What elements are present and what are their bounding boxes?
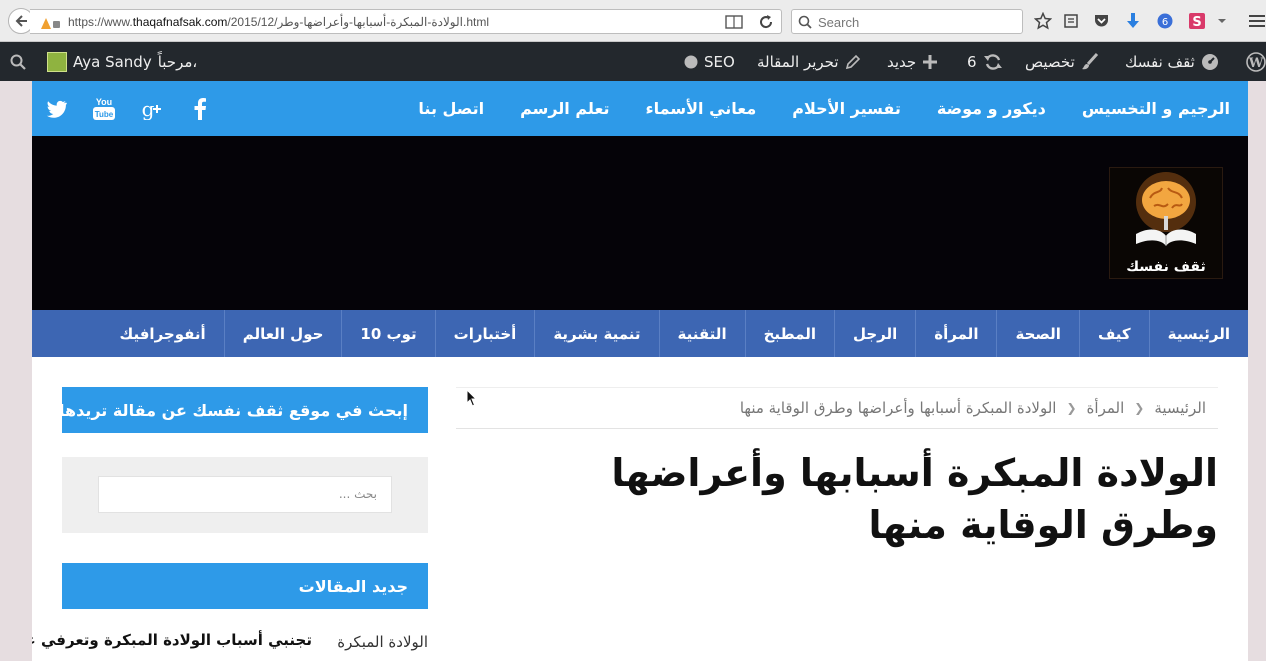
edit-post-label: تحرير المقالة: [757, 52, 839, 71]
seo-status-dot-icon: [684, 55, 698, 68]
admin-search-button[interactable]: [10, 42, 26, 81]
browser-search-input[interactable]: Search: [791, 9, 1023, 34]
new-label: جديد: [887, 52, 917, 71]
top-menu: الرجيم و التخسيس ديكور و موضة تفسير الأح…: [418, 81, 1230, 136]
downloads-icon[interactable]: [1123, 11, 1143, 31]
svg-text:Tube: Tube: [95, 110, 114, 119]
cat-menu-item-infographic[interactable]: أنفوجرافيك: [102, 310, 224, 357]
greeting-text: مرحباً،: [157, 52, 198, 71]
search-placeholder: Search: [818, 15, 860, 30]
cat-menu-item-home[interactable]: الرئيسية: [1148, 310, 1248, 357]
logo-text: ثقف نفسك: [1126, 259, 1206, 275]
breadcrumb-category[interactable]: المرأة: [1087, 399, 1125, 417]
sidebar: إبحث في موقع ثقف نفسك عن مقالة تريدها بح…: [32, 387, 428, 661]
cat-menu-item-self-development[interactable]: تنمية بشرية: [534, 310, 658, 357]
post-title-link[interactable]: تجنبي أسباب الولادة المبكرة وتعرفي على أ…: [32, 631, 312, 649]
search-widget: بحث ...: [62, 457, 428, 533]
bookmarks-list-icon[interactable]: [1061, 11, 1081, 31]
cat-menu-item-world[interactable]: حول العالم: [223, 310, 342, 357]
bookmark-star-icon[interactable]: [1033, 11, 1053, 31]
seo-label: SEO: [704, 52, 735, 71]
admin-customize[interactable]: تخصيص: [1025, 42, 1099, 81]
svg-text:You: You: [96, 97, 112, 107]
url-text: https://www.thaqafnafsak.com/2015/12/الو…: [68, 15, 489, 29]
cat-menu-item-tests[interactable]: أختبارات: [434, 310, 535, 357]
brain-book-logo-icon: [1136, 172, 1196, 246]
site-page: You Tube g الرجيم و التخسيس ديكور و موضة …: [32, 81, 1248, 661]
svg-text:W: W: [1248, 56, 1264, 71]
cat-menu-item-how[interactable]: كيف: [1078, 310, 1149, 357]
site-name-label: ثقف نفسك: [1125, 52, 1195, 71]
extension-s-icon[interactable]: S: [1187, 11, 1207, 31]
wordpress-logo-icon[interactable]: W: [1246, 42, 1266, 81]
plus-icon: [923, 54, 938, 69]
browser-toolbar: https://www.thaqafnafsak.com/2015/12/الو…: [0, 0, 1266, 42]
top-menu-item-contact[interactable]: اتصل بنا: [418, 99, 484, 118]
wp-admin-bar: Aya Sandy مرحباً، SEO تحرير المقالة جديد…: [0, 42, 1266, 81]
search-widget-title: إبحث في موقع ثقف نفسك عن مقالة تريدها: [59, 387, 428, 433]
cat-menu-item-woman[interactable]: المرأة: [915, 310, 996, 357]
post-category: الولادة المبكرة: [337, 633, 428, 651]
translate-extension-icon[interactable]: 6: [1155, 11, 1175, 31]
svg-text:6: 6: [1162, 17, 1168, 28]
social-links: You Tube g: [42, 81, 214, 136]
dashboard-gauge-icon: [1201, 53, 1218, 70]
insecure-warning-icon[interactable]: [40, 15, 62, 34]
mouse-cursor-icon: [466, 389, 478, 407]
google-plus-icon[interactable]: g: [138, 95, 166, 123]
pocket-icon[interactable]: [1091, 11, 1111, 31]
breadcrumb: الرئيسية ❯ المرأة ❯ الولادة المبكرة أسبا…: [456, 387, 1218, 429]
avatar: [47, 51, 67, 72]
category-menu: الرئيسية كيف الصحة المرأة الرجل المطبخ ا…: [102, 310, 1248, 357]
chevron-left-icon: ❯: [1066, 401, 1077, 415]
updates-count: 6: [967, 52, 977, 71]
cat-menu-item-man[interactable]: الرجل: [833, 310, 915, 357]
admin-updates[interactable]: 6: [967, 42, 1003, 81]
hamburger-menu-icon[interactable]: [1247, 11, 1266, 31]
header-banner: ثقف نفسك: [32, 136, 1248, 310]
refresh-icon: [983, 53, 1002, 70]
address-bar[interactable]: https://www.thaqafnafsak.com/2015/12/الو…: [30, 9, 782, 34]
pencil-icon: [845, 54, 860, 69]
cat-menu-item-tech[interactable]: التقنية: [658, 310, 745, 357]
chevron-left-icon: ❯: [1134, 401, 1145, 415]
facebook-icon[interactable]: [186, 95, 214, 123]
top-menu-item-drawing[interactable]: تعلم الرسم: [520, 99, 609, 118]
admin-new-content[interactable]: جديد: [887, 42, 938, 81]
top-menu-item-dreams[interactable]: تفسير الأحلام: [792, 99, 901, 118]
top-navigation: You Tube g الرجيم و التخسيس ديكور و موضة …: [32, 81, 1248, 136]
cat-menu-item-top10[interactable]: توب 10: [341, 310, 434, 357]
admin-site-name[interactable]: ثقف نفسك: [1125, 42, 1219, 81]
user-name: Aya Sandy: [73, 52, 152, 71]
chevron-down-icon[interactable]: [1212, 11, 1232, 31]
svg-text:g: g: [142, 98, 155, 120]
paintbrush-icon: [1081, 52, 1098, 69]
category-navigation: الرئيسية كيف الصحة المرأة الرجل المطبخ ا…: [32, 310, 1248, 357]
breadcrumb-home[interactable]: الرئيسية: [1154, 399, 1206, 417]
site-logo[interactable]: ثقف نفسك: [1109, 167, 1223, 279]
search-icon: [10, 54, 26, 70]
customize-label: تخصيص: [1025, 52, 1075, 71]
admin-edit-post[interactable]: تحرير المقالة: [757, 42, 861, 81]
top-menu-item-decor-fashion[interactable]: ديكور و موضة: [937, 99, 1046, 118]
cat-menu-item-kitchen[interactable]: المطبخ: [744, 310, 834, 357]
admin-seo-menu[interactable]: SEO: [684, 42, 735, 81]
breadcrumb-current: الولادة المبكرة أسبابها وأعراضها وطرق ال…: [739, 399, 1057, 417]
reload-icon[interactable]: [758, 14, 774, 34]
svg-text:S: S: [1192, 15, 1201, 30]
arrow-left-icon: [15, 15, 27, 27]
reader-view-icon[interactable]: [725, 14, 743, 34]
cat-menu-item-health[interactable]: الصحة: [996, 310, 1078, 357]
top-menu-item-diet[interactable]: الرجيم و التخسيس: [1082, 99, 1230, 118]
page-title: الولادة المبكرة أسبابها وأعراضها وطرق ال…: [611, 451, 1218, 547]
search-icon: [798, 14, 812, 33]
twitter-icon[interactable]: [42, 95, 70, 123]
admin-account-menu[interactable]: Aya Sandy مرحباً،: [47, 42, 197, 81]
youtube-icon[interactable]: You Tube: [90, 95, 118, 123]
list-item[interactable]: الولادة المبكرة تجنبي أسباب الولادة المب…: [32, 631, 428, 661]
top-menu-item-names[interactable]: معاني الأسماء: [645, 99, 756, 118]
recent-posts-title: جديد المقالات: [62, 563, 428, 609]
search-input[interactable]: بحث ...: [98, 476, 392, 513]
